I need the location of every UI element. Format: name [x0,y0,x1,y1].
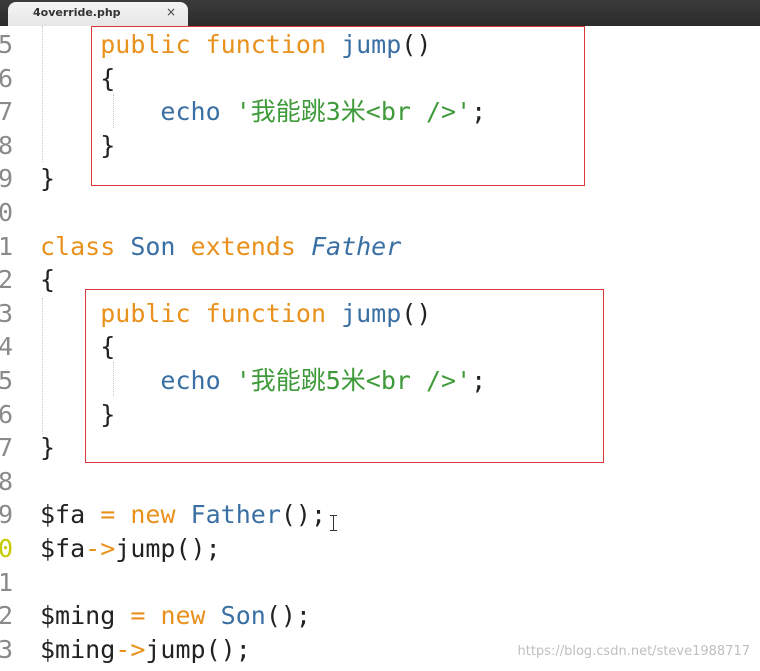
code-token: Father [310,231,402,261]
indent-guide [42,298,43,434]
code-token: jump [145,634,206,664]
code-line[interactable]: 9 $fa = new Father(); [0,498,760,532]
line-number: 7 [0,433,14,463]
line-number: 6 [0,399,14,429]
code-token: (); [280,500,327,530]
code-token: } [40,164,56,194]
highlight-box-son-jump [85,289,604,463]
code-token: $ming [40,601,116,631]
line-number: 0 [0,534,14,563]
line-number: 8 [0,130,14,160]
code-text: $fa = new Father(); [40,498,326,532]
line-number: 8 [0,466,14,496]
code-token: $fa [40,500,86,530]
code-token: (); [265,601,311,631]
code-text: } [40,431,55,465]
close-icon[interactable]: × [166,5,176,19]
code-text: { [40,263,55,297]
code-line[interactable]: 0 [0,196,760,230]
code-token: -> [115,634,146,664]
line-number: 3 [0,298,14,328]
line-number: 5 [0,30,14,59]
line-number: 9 [0,164,14,194]
tab-bar: 4override.php × [0,0,760,26]
code-token: class [40,231,116,261]
code-text: $ming->jump(); [40,633,251,667]
line-number: 7 [0,97,14,127]
file-tab[interactable]: 4override.php × [8,2,188,26]
code-token: { [40,265,56,295]
code-text: class Son extends Father [40,230,401,264]
code-token: $ming [40,634,116,664]
line-number: 5 [0,366,14,395]
line-number: 9 [0,500,14,530]
line-number: 1 [0,567,14,597]
code-token: new [130,500,176,530]
line-number: 6 [0,63,14,93]
line-number: 2 [0,265,14,295]
line-number: 1 [0,231,14,261]
line-number: 3 [0,634,14,664]
code-token: Father [190,500,281,530]
code-line[interactable]: 8 [0,465,760,499]
code-text: } [40,162,55,196]
code-token: = [100,500,116,530]
tab-title: 4override.php [33,6,121,19]
code-token: (); [205,634,251,664]
code-token: extends [190,231,296,261]
code-text: $fa->jump(); [40,532,221,566]
code-line[interactable]: 2 $ming = new Son(); [0,599,760,633]
code-token: jump [115,534,176,563]
code-token: = [130,601,146,631]
code-line[interactable]: 0 $fa->jump(); [0,532,760,566]
line-number: 0 [0,198,14,227]
code-token: (); [175,534,221,563]
indent-guide [42,26,43,162]
code-token: -> [85,534,116,563]
code-token: Son [220,601,266,631]
line-number: 4 [0,332,14,362]
highlight-box-father-jump [91,26,585,186]
text-cursor-icon [330,515,337,531]
code-token: new [160,601,206,631]
code-token: Son [130,231,176,261]
code-line[interactable]: 1 [0,566,760,600]
code-text: $ming = new Son(); [40,599,311,633]
code-editor[interactable]: 3 $ming->jump(); 2 $ming = new Son(); 1 0 $fa-… [0,26,760,671]
code-token: } [40,433,56,463]
watermark: https://blog.csdn.net/steve1988717 [517,644,750,659]
code-token: $fa [40,534,86,563]
code-line[interactable]: 1 class Son extends Father [0,230,760,264]
line-number: 2 [0,601,14,631]
